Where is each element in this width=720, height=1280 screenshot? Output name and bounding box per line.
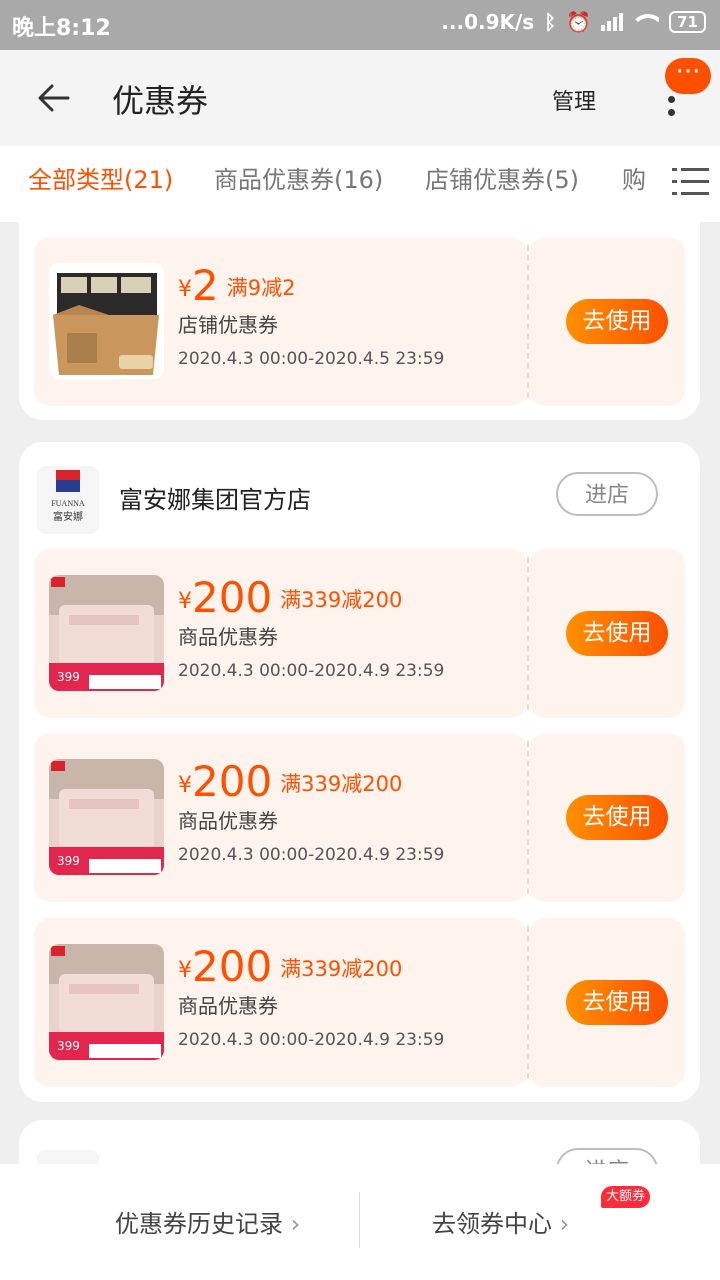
bottom-bar: 优惠券历史记录 › 去领券中心 › 大额券 [0, 1164, 720, 1280]
coupon-info: 399 ¥200 满339减200 商品优惠券 2020.4.3 00:00-20… [34, 733, 527, 902]
status-bar: 晚上8:12 ...0.9K/s ᛒ ⏰ 71 [0, 0, 720, 50]
more-options-icon[interactable] [668, 96, 676, 116]
filter-list-icon[interactable] [672, 164, 720, 200]
enter-store-button[interactable]: 进店 [556, 1148, 658, 1164]
page-title: 优惠券 [112, 82, 209, 120]
coupon-info: ¥2 满9减2 店铺优惠券 2020.4.3 00:00-2020.4.5 23:… [34, 237, 527, 406]
app-header: 优惠券 管理 ··· [0, 50, 720, 146]
manage-button[interactable]: 管理 [552, 84, 596, 116]
network-speed: ...0.9K/s [441, 10, 535, 34]
shop-logo[interactable] [37, 1150, 99, 1164]
coupon-condition: 满9减2 [226, 276, 296, 300]
signal-icon [601, 13, 624, 31]
coupon-info: 399 ¥200 满339减200 商品优惠券 2020.4.3 00:00-20… [34, 918, 527, 1087]
big-coupon-badge: 大额券 [601, 1186, 651, 1208]
coupon-action: 去使用 [529, 733, 685, 902]
product-thumbnail: 399 [49, 944, 164, 1060]
battery-icon: 71 [669, 11, 706, 33]
coupon-condition: 满339减200 [280, 957, 403, 981]
coupon-validity: 2020.4.3 00:00-2020.4.5 23:59 [178, 349, 445, 369]
svg-text:富安娜: 富安娜 [53, 510, 83, 523]
message-badge[interactable]: ··· [665, 58, 711, 94]
alarm-icon: ⏰ [566, 10, 592, 34]
coupon-amount: ¥200 满339减200 [178, 942, 403, 991]
coupon-condition: 满339减200 [280, 588, 403, 612]
tab-store-coupons[interactable]: 店铺优惠券(5) [425, 160, 579, 195]
coupon-action: 去使用 [529, 237, 685, 406]
coupon-type: 商品优惠券 [178, 994, 278, 1018]
coupon-type: 商品优惠券 [178, 625, 278, 649]
svg-text:399: 399 [57, 854, 80, 868]
wifi-icon [633, 12, 660, 32]
coupon-item: 399 ¥200 满339减200 商品优惠券 2020.4.3 00:00-20… [34, 733, 685, 902]
svg-text:399: 399 [57, 670, 80, 684]
use-coupon-button[interactable]: 去使用 [566, 980, 668, 1025]
back-arrow-icon[interactable] [34, 78, 74, 118]
use-coupon-button[interactable]: 去使用 [566, 299, 668, 344]
coupon-action: 去使用 [529, 549, 685, 718]
coupon-type: 商品优惠券 [178, 809, 278, 833]
bluetooth-icon: ᛒ [544, 10, 557, 34]
shop-logo[interactable]: FUANNA 富安娜 [37, 466, 99, 534]
chevron-right-icon: › [290, 1210, 301, 1238]
coupon-info: 399 ¥200 满339减200 商品优惠券 2020.4.3 00:00-20… [34, 549, 527, 718]
coupon-item: 399 ¥200 满339减200 商品优惠券 2020.4.3 00:00-20… [34, 918, 685, 1087]
status-time: 晚上8:12 [12, 16, 111, 41]
bottom-divider [359, 1192, 360, 1248]
coupon-condition: 满339减200 [280, 772, 403, 796]
product-thumbnail: 399 [49, 759, 164, 875]
coupon-amount: ¥2 满9减2 [178, 261, 296, 310]
store-card: FUANNA 富安娜 富安娜集团官方店 进店 399 ¥200 满339减200… [19, 442, 700, 1102]
coupon-center-link[interactable]: 去领券中心 › [432, 1204, 569, 1239]
coupon-type-tabs: 全部类型(21) 商品优惠券(16) 店铺优惠券(5) 购 [0, 146, 720, 222]
product-thumbnail [49, 263, 164, 379]
status-icons: ...0.9K/s ᛒ ⏰ 71 [441, 10, 706, 34]
coupon-item: ¥2 满9减2 店铺优惠券 2020.4.3 00:00-2020.4.5 23:… [34, 237, 685, 406]
tab-all-types[interactable]: 全部类型(21) [28, 160, 173, 195]
tab-purchase-coupons[interactable]: 购 [622, 160, 646, 195]
coupon-action: 去使用 [529, 918, 685, 1087]
coupon-list[interactable]: ¥2 满9减2 店铺优惠券 2020.4.3 00:00-2020.4.5 23:… [0, 222, 720, 1164]
svg-text:399: 399 [57, 1039, 80, 1053]
coupon-validity: 2020.4.3 00:00-2020.4.9 23:59 [178, 661, 445, 681]
enter-store-button[interactable]: 进店 [556, 472, 658, 516]
coupon-item: 399 ¥200 满339减200 商品优惠券 2020.4.3 00:00-20… [34, 549, 685, 718]
store-card: ¥2 满9减2 店铺优惠券 2020.4.3 00:00-2020.4.5 23:… [19, 222, 700, 420]
coupon-validity: 2020.4.3 00:00-2020.4.9 23:59 [178, 845, 445, 865]
use-coupon-button[interactable]: 去使用 [566, 795, 668, 840]
coupon-amount: ¥200 满339减200 [178, 757, 403, 806]
tab-product-coupons[interactable]: 商品优惠券(16) [214, 160, 383, 195]
coupon-history-link[interactable]: 优惠券历史记录 › [115, 1204, 300, 1239]
chevron-right-icon: › [559, 1210, 570, 1238]
svg-text:FUANNA: FUANNA [51, 499, 85, 508]
store-card: 进店 [19, 1120, 700, 1164]
coupon-validity: 2020.4.3 00:00-2020.4.9 23:59 [178, 1030, 445, 1050]
coupon-amount: ¥200 满339减200 [178, 573, 403, 622]
use-coupon-button[interactable]: 去使用 [566, 611, 668, 656]
shop-name[interactable]: 富安娜集团官方店 [119, 480, 311, 515]
product-thumbnail: 399 [49, 575, 164, 691]
coupon-type: 店铺优惠券 [178, 313, 278, 337]
